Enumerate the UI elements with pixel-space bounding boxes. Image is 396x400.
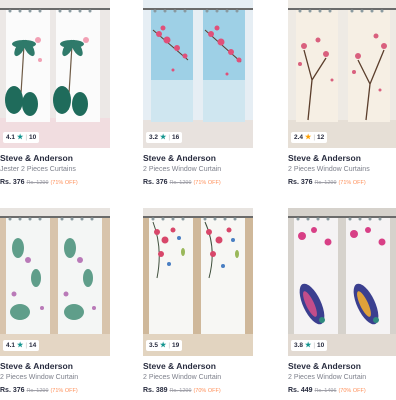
- product-card[interactable]: 4.1 ★ | 14 Steve & Anderson 2 Pieces Win…: [0, 208, 110, 398]
- product-card[interactable]: 3.2 ★ | 16 Steve & Anderson 2 Pieces Win…: [143, 0, 253, 190]
- rating-separator: |: [25, 342, 28, 349]
- discounted-price: Rs. 376: [0, 179, 25, 186]
- discount-percent: (71% OFF): [50, 388, 78, 394]
- product-image[interactable]: 4.1 ★ | 14: [0, 208, 110, 356]
- original-price: Rs. 1299: [314, 180, 337, 186]
- product-card[interactable]: 3.5 ★ | 19 Steve & Anderson 2 Pieces Win…: [143, 208, 253, 398]
- review-count: 10: [317, 342, 325, 349]
- product-card[interactable]: 4.1 ★ | 10 Steve & Anderson Jester 2 Pie…: [0, 0, 110, 190]
- rating-separator: |: [25, 134, 28, 141]
- star-icon: ★: [17, 342, 24, 349]
- product-brand[interactable]: Steve & Anderson: [143, 152, 253, 164]
- discount-percent: (70% OFF): [193, 388, 221, 394]
- star-icon: ★: [160, 342, 167, 349]
- discounted-price: Rs. 389: [143, 387, 168, 394]
- product-title[interactable]: 2 Pieces Window Curtain: [143, 164, 253, 175]
- review-count: 16: [172, 134, 180, 141]
- product-image[interactable]: 3.8 ★ | 10: [288, 208, 396, 356]
- rating-value: 2.4: [294, 134, 304, 141]
- rating-value: 4.1: [6, 342, 16, 349]
- original-price: Rs. 1496: [314, 388, 337, 394]
- rating-badge: 4.1 ★ | 14: [3, 340, 40, 351]
- rating-separator: |: [313, 134, 316, 141]
- rating-value: 3.2: [149, 134, 159, 141]
- star-icon: ★: [17, 134, 24, 141]
- rating-badge: 3.8 ★ | 10: [291, 340, 328, 351]
- rating-badge: 3.5 ★ | 19: [146, 340, 183, 351]
- product-card[interactable]: 2.4 ★ | 12 Steve & Anderson 2 Pieces Win…: [288, 0, 396, 190]
- product-brand[interactable]: Steve & Anderson: [288, 360, 396, 372]
- discounted-price: Rs. 376: [0, 387, 25, 394]
- product-image[interactable]: 3.2 ★ | 16: [143, 0, 253, 148]
- original-price: Rs. 1299: [169, 388, 192, 394]
- original-price: Rs. 1299: [169, 180, 192, 186]
- product-title[interactable]: 2 Pieces Window Curtain: [0, 372, 110, 383]
- product-card[interactable]: 3.8 ★ | 10 Steve & Anderson 2 Pieces Win…: [288, 208, 396, 398]
- star-icon: ★: [305, 342, 312, 349]
- rating-separator: |: [313, 342, 316, 349]
- product-image[interactable]: 3.5 ★ | 19: [143, 208, 253, 356]
- product-title[interactable]: Jester 2 Pieces Curtains: [0, 164, 110, 175]
- product-brand[interactable]: Steve & Anderson: [288, 152, 396, 164]
- discounted-price: Rs. 376: [288, 179, 313, 186]
- rating-separator: |: [168, 342, 171, 349]
- product-brand[interactable]: Steve & Anderson: [0, 152, 110, 164]
- original-price: Rs. 1299: [26, 388, 49, 394]
- product-image[interactable]: 4.1 ★ | 10: [0, 0, 110, 148]
- review-count: 10: [29, 134, 37, 141]
- product-image[interactable]: 2.4 ★ | 12: [288, 0, 396, 148]
- product-price: Rs. 376 Rs. 1299 (71% OFF): [0, 384, 110, 398]
- review-count: 12: [317, 134, 325, 141]
- review-count: 19: [172, 342, 180, 349]
- product-title[interactable]: 2 Pieces Window Curtain: [143, 372, 253, 383]
- product-price: Rs. 376 Rs. 1299 (71% OFF): [0, 176, 110, 190]
- discounted-price: Rs. 449: [288, 387, 313, 394]
- rating-value: 3.5: [149, 342, 159, 349]
- rating-badge: 4.1 ★ | 10: [3, 132, 40, 143]
- product-price: Rs. 389 Rs. 1299 (70% OFF): [143, 384, 253, 398]
- product-title[interactable]: 2 Pieces Window Curtain: [288, 372, 396, 383]
- review-count: 14: [29, 342, 37, 349]
- rating-badge: 2.4 ★ | 12: [291, 132, 328, 143]
- rating-value: 3.8: [294, 342, 304, 349]
- discount-percent: (71% OFF): [193, 180, 221, 186]
- star-icon: ★: [305, 134, 312, 141]
- product-brand[interactable]: Steve & Anderson: [143, 360, 253, 372]
- discounted-price: Rs. 376: [143, 179, 168, 186]
- rating-badge: 3.2 ★ | 16: [146, 132, 183, 143]
- product-price: Rs. 449 Rs. 1496 (70% OFF): [288, 384, 396, 398]
- rating-separator: |: [168, 134, 171, 141]
- discount-percent: (71% OFF): [50, 180, 78, 186]
- original-price: Rs. 1299: [26, 180, 49, 186]
- discount-percent: (70% OFF): [338, 388, 366, 394]
- star-icon: ★: [160, 134, 167, 141]
- product-price: Rs. 376 Rs. 1299 (71% OFF): [288, 176, 396, 190]
- rating-value: 4.1: [6, 134, 16, 141]
- product-title[interactable]: 2 Pieces Window Curtains: [288, 164, 396, 175]
- product-brand[interactable]: Steve & Anderson: [0, 360, 110, 372]
- discount-percent: (71% OFF): [338, 180, 366, 186]
- product-price: Rs. 376 Rs. 1299 (71% OFF): [143, 176, 253, 190]
